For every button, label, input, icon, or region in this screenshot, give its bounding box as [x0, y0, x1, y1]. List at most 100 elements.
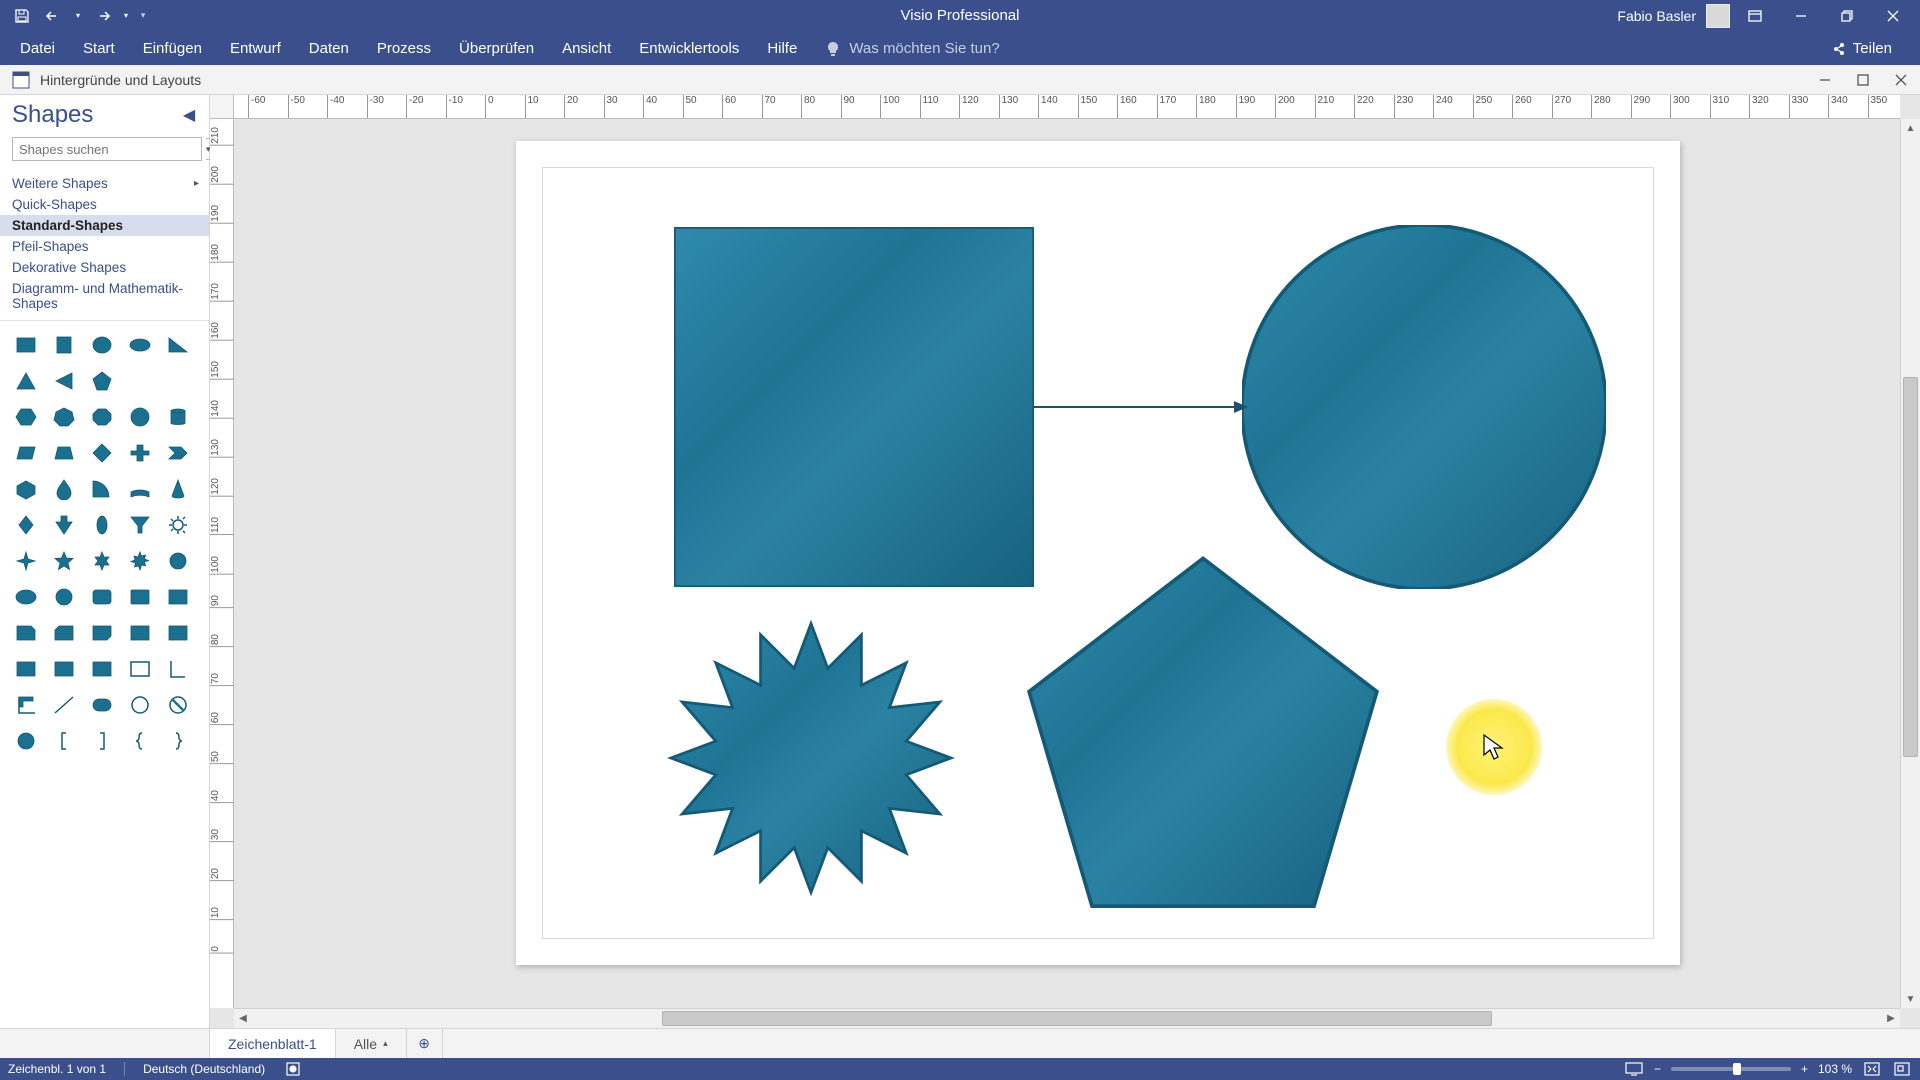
shape-pentagon[interactable]	[1010, 551, 1396, 921]
palette-frame-2[interactable]	[48, 655, 80, 683]
scroll-left[interactable]: ◀	[234, 1009, 252, 1028]
palette-l-shape[interactable]	[162, 655, 194, 683]
palette-frame-1[interactable]	[10, 655, 42, 683]
palette-circle[interactable]	[124, 331, 156, 359]
ruler-vertical[interactable]: 2102001901801701601501401301201101009080…	[210, 119, 234, 1008]
tab-daten[interactable]: Daten	[295, 34, 363, 65]
palette-cone[interactable]	[162, 475, 194, 503]
status-language[interactable]: Deutsch (Deutschland)	[143, 1062, 265, 1076]
palette-rounded-rect-2[interactable]	[48, 583, 80, 611]
scroll-down[interactable]: ▼	[1901, 990, 1920, 1008]
palette-rounded-rect-1[interactable]	[10, 583, 42, 611]
macro-recorder-icon[interactable]	[283, 1061, 303, 1077]
hscroll-thumb[interactable]	[662, 1011, 1492, 1026]
zoom-in-button[interactable]: +	[1801, 1062, 1808, 1076]
palette-leaf[interactable]	[86, 511, 118, 539]
save-button[interactable]	[8, 2, 36, 30]
tab-prozess[interactable]: Prozess	[363, 34, 445, 65]
tab-datei[interactable]: Datei	[6, 34, 69, 65]
palette-burst[interactable]	[162, 547, 194, 575]
zoom-out-button[interactable]: −	[1654, 1062, 1661, 1076]
palette-pentagon[interactable]	[86, 367, 118, 395]
palette-triangle-left[interactable]	[48, 367, 80, 395]
palette-donut[interactable]	[124, 691, 156, 719]
palette-corner[interactable]	[10, 691, 42, 719]
palette-rounded-rect-4[interactable]	[124, 583, 156, 611]
palette-frame-outline[interactable]	[124, 655, 156, 683]
palette-star6[interactable]	[86, 547, 118, 575]
shape-square[interactable]	[674, 227, 1034, 587]
palette-heptagon[interactable]	[48, 403, 80, 431]
palette-can[interactable]	[162, 403, 194, 431]
undo-button[interactable]	[40, 2, 68, 30]
shapes-search-input[interactable]	[12, 137, 202, 161]
context-close[interactable]	[1882, 66, 1920, 94]
palette-brace-l[interactable]	[124, 727, 156, 755]
palette-kite[interactable]	[10, 511, 42, 539]
cat-dekorative-shapes[interactable]: Dekorative Shapes	[0, 257, 209, 278]
pan-zoom-icon[interactable]	[1892, 1061, 1912, 1077]
palette-frame-3[interactable]	[86, 655, 118, 683]
palette-arrow-down[interactable]	[48, 511, 80, 539]
palette-round-rect[interactable]	[86, 691, 118, 719]
palette-filled-circle[interactable]	[10, 727, 42, 755]
redo-button[interactable]	[88, 2, 116, 30]
fit-to-window-icon[interactable]	[1862, 1061, 1882, 1077]
palette-bracket-r[interactable]	[86, 727, 118, 755]
palette-rectangle[interactable]	[10, 331, 42, 359]
palette-quarter[interactable]	[86, 475, 118, 503]
ribbon-display-options[interactable]	[1734, 2, 1776, 30]
cat-standard-shapes[interactable]: Standard-Shapes	[0, 215, 209, 236]
horizontal-scrollbar[interactable]: ◀ ▶	[234, 1008, 1900, 1028]
palette-arc[interactable]	[124, 475, 156, 503]
palette-snip-3[interactable]	[86, 619, 118, 647]
palette-funnel[interactable]	[124, 511, 156, 539]
undo-dropdown[interactable]: ▾	[72, 2, 84, 30]
vertical-scrollbar[interactable]: ▲ ▼	[1900, 119, 1920, 1008]
presentation-mode-icon[interactable]	[1624, 1061, 1644, 1077]
palette-snip-1[interactable]	[10, 619, 42, 647]
palette-rounded-rect-3[interactable]	[86, 583, 118, 611]
scroll-up[interactable]: ▲	[1901, 119, 1920, 137]
palette-triangle[interactable]	[10, 367, 42, 395]
palette-diamond[interactable]	[86, 439, 118, 467]
palette-ellipse[interactable]	[86, 331, 118, 359]
tab-entwurf[interactable]: Entwurf	[216, 34, 295, 65]
palette-chevron[interactable]	[162, 439, 194, 467]
palette-brace-r[interactable]	[162, 727, 194, 755]
palette-gear[interactable]	[162, 511, 194, 539]
palette-hexagon[interactable]	[10, 403, 42, 431]
tell-me-search[interactable]: Was möchten Sie tun?	[811, 36, 1013, 65]
palette-square[interactable]	[48, 331, 80, 359]
cat-weitere-shapes[interactable]: Weitere Shapes▸	[0, 173, 209, 194]
shape-circle[interactable]	[1242, 225, 1606, 589]
share-button[interactable]: Teilen	[1823, 36, 1900, 65]
cat-diagramm-shapes[interactable]: Diagramm- und Mathematik-Shapes	[0, 278, 209, 314]
cat-pfeil-shapes[interactable]: Pfeil-Shapes	[0, 236, 209, 257]
zoom-level[interactable]: 103 %	[1818, 1062, 1852, 1076]
tab-entwicklertools[interactable]: Entwicklertools	[625, 34, 753, 65]
palette-star5[interactable]	[48, 547, 80, 575]
palette-drop[interactable]	[48, 475, 80, 503]
tab-start[interactable]: Start	[69, 34, 129, 65]
tab-hilfe[interactable]: Hilfe	[753, 34, 811, 65]
maximize-button[interactable]	[1826, 2, 1868, 30]
palette-decagon[interactable]	[124, 403, 156, 431]
palette-trapezoid[interactable]	[48, 439, 80, 467]
drawing-viewport[interactable]	[234, 119, 1900, 1008]
user-avatar[interactable]	[1706, 4, 1730, 28]
palette-star4[interactable]	[10, 547, 42, 575]
connector-arrow[interactable]	[1032, 397, 1250, 417]
palette-octagon[interactable]	[86, 403, 118, 431]
palette-parallelogram[interactable]	[10, 439, 42, 467]
palette-snip-5[interactable]	[162, 619, 194, 647]
ruler-horizontal[interactable]: -60-50-40-30-20-100102030405060708090100…	[234, 95, 1900, 119]
sheet-tab-active[interactable]: Zeichenblatt-1	[210, 1029, 336, 1058]
scroll-right[interactable]: ▶	[1882, 1009, 1900, 1028]
add-sheet-button[interactable]: ⊕	[407, 1029, 443, 1058]
palette-rounded-rect-5[interactable]	[162, 583, 194, 611]
zoom-slider[interactable]	[1671, 1067, 1791, 1071]
sheet-tab-all[interactable]: Alle ▴	[336, 1029, 407, 1058]
palette-cube[interactable]	[10, 475, 42, 503]
tab-ueberpruefen[interactable]: Überprüfen	[445, 34, 548, 65]
